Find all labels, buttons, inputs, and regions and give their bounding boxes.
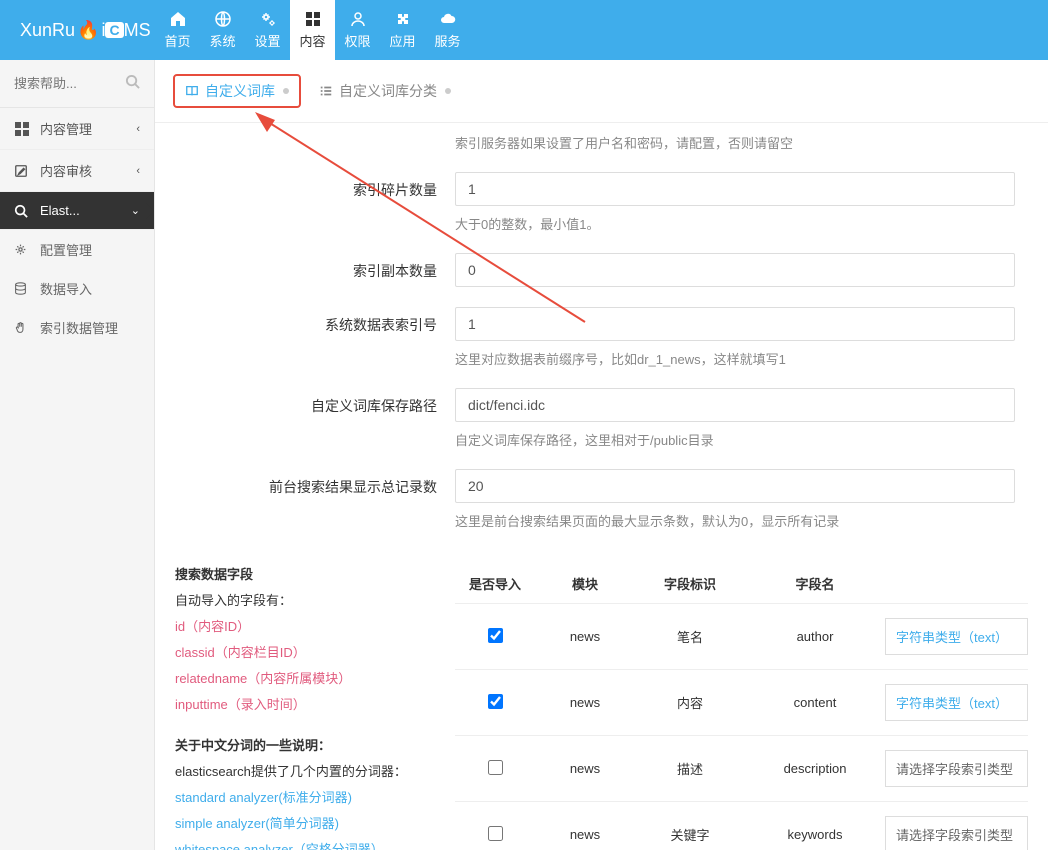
help-shards: 大于0的整数，最小值1。: [455, 214, 1048, 233]
chevron-icon: ‹: [136, 165, 140, 177]
tab-icon: [185, 84, 199, 98]
sidebar-search: [0, 60, 154, 108]
sidemenu-item[interactable]: 内容管理‹: [0, 108, 154, 150]
topnav: 首页系统设置内容权限应用服务: [155, 0, 470, 60]
globe-icon: [215, 11, 231, 27]
sidebar: 内容管理‹内容审核‹Elast...⌄ 配置管理数据导入索引数据管理: [0, 60, 155, 850]
dot-icon: [445, 88, 451, 94]
help-dictpath: 自定义词库保存路径，这里相对于/public目录: [455, 430, 1048, 449]
type-select[interactable]: 字符串类型（text）: [885, 618, 1028, 655]
table-row: news内容content字符串类型（text）: [455, 669, 1028, 735]
help-pagesize: 这里是前台搜索结果页面的最大显示条数，默认为0，显示所有记录: [455, 511, 1048, 530]
type-select[interactable]: 请选择字段索引类型: [885, 750, 1028, 787]
table-row: news笔名author字符串类型（text）: [455, 603, 1028, 669]
import-checkbox[interactable]: [488, 826, 503, 841]
hint-top: 索引服务器如果设置了用户名和密码，请配置，否则请留空: [455, 133, 1048, 152]
label-tableindex: 系统数据表索引号: [155, 307, 455, 382]
search-icon: [14, 204, 32, 218]
tab-icon: [319, 84, 333, 98]
search-input[interactable]: [10, 70, 144, 97]
grid-icon: [14, 121, 32, 137]
cell-label: 关键字: [635, 825, 745, 844]
import-checkbox[interactable]: [488, 628, 503, 643]
sidemenu-item[interactable]: Elast...⌄: [0, 192, 154, 230]
topnav-globe[interactable]: 系统: [200, 0, 245, 60]
input-dictpath[interactable]: [455, 388, 1015, 422]
topnav-puzzle[interactable]: 应用: [380, 0, 425, 60]
left-info: 搜索数据字段 自动导入的字段有： id（内容ID）classid（内容栏目ID）…: [175, 564, 455, 850]
field-table: 是否导入 模块 字段标识 字段名 news笔名author字符串类型（text）…: [455, 564, 1028, 850]
sidesub-item[interactable]: 数据导入: [0, 269, 154, 308]
sidesub-item[interactable]: 配置管理: [0, 230, 154, 269]
tab-0[interactable]: 自定义词库: [173, 74, 301, 108]
gears-icon: [260, 11, 276, 27]
cell-field: content: [745, 695, 885, 710]
edit-icon: [14, 164, 32, 178]
topnav-grid[interactable]: 内容: [290, 0, 335, 60]
cell-label: 笔名: [635, 627, 745, 646]
topbar: XunRu🔥iCMS 首页系统设置内容权限应用服务: [0, 0, 1048, 60]
help-tableindex: 这里对应数据表前缀序号，比如dr_1_news，这样就填写1: [455, 349, 1048, 368]
topnav-cloud[interactable]: 服务: [425, 0, 470, 60]
dot-icon: [283, 88, 289, 94]
th-mod: 模块: [535, 574, 635, 593]
label-dictpath: 自定义词库保存路径: [155, 388, 455, 463]
cell-label: 内容: [635, 693, 745, 712]
topnav-home[interactable]: 首页: [155, 0, 200, 60]
label-replicas: 索引副本数量: [155, 253, 455, 289]
main: 自定义词库自定义词库分类 索引服务器如果设置了用户名和密码，请配置，否则请留空 …: [155, 60, 1048, 850]
table-row: news描述description请选择字段索引类型: [455, 735, 1028, 801]
grid-icon: [305, 11, 321, 27]
analyzer-link[interactable]: simple analyzer(简单分词器): [175, 813, 435, 835]
cell-field: keywords: [745, 827, 885, 842]
auto-field: inputtime（录入时间）: [175, 694, 435, 716]
home-icon: [170, 11, 186, 27]
cell-mod: news: [535, 761, 635, 776]
tab-1[interactable]: 自定义词库分类: [309, 76, 461, 106]
auto-field: classid（内容栏目ID）: [175, 642, 435, 664]
cell-mod: news: [535, 695, 635, 710]
input-tableindex[interactable]: [455, 307, 1015, 341]
sidemenu-item[interactable]: 内容审核‹: [0, 150, 154, 192]
analyzer-link[interactable]: whitespace analyzer（空格分词器）: [175, 839, 435, 850]
tabs: 自定义词库自定义词库分类: [155, 60, 1048, 123]
label-pagesize: 前台搜索结果显示总记录数: [155, 469, 455, 544]
type-select[interactable]: 字符串类型（text）: [885, 684, 1028, 721]
label-shards: 索引碎片数量: [155, 172, 455, 247]
analyzer-link[interactable]: standard analyzer(标准分词器): [175, 787, 435, 809]
import-checkbox[interactable]: [488, 760, 503, 775]
th-check: 是否导入: [455, 574, 535, 593]
cell-mod: news: [535, 827, 635, 842]
th-field: 字段名: [745, 574, 885, 593]
auto-field: relatedname（内容所属模块）: [175, 668, 435, 690]
import-checkbox[interactable]: [488, 694, 503, 709]
input-pagesize[interactable]: [455, 469, 1015, 503]
sidesub-item[interactable]: 索引数据管理: [0, 308, 154, 347]
cloud-icon: [440, 11, 456, 27]
auto-field: id（内容ID）: [175, 616, 435, 638]
side-menu: 内容管理‹内容审核‹Elast...⌄: [0, 108, 154, 230]
cell-mod: news: [535, 629, 635, 644]
logo[interactable]: XunRu🔥iCMS: [0, 20, 155, 41]
chevron-icon: ⌄: [131, 204, 140, 217]
type-select[interactable]: 请选择字段索引类型: [885, 816, 1028, 850]
topnav-user[interactable]: 权限: [335, 0, 380, 60]
table-row: news关键字keywords请选择字段索引类型: [455, 801, 1028, 850]
hand-icon: [14, 321, 32, 334]
gear-icon: [14, 243, 32, 256]
cell-label: 描述: [635, 759, 745, 778]
chevron-icon: ‹: [136, 123, 140, 135]
input-replicas[interactable]: [455, 253, 1015, 287]
puzzle-icon: [395, 11, 411, 27]
cell-field: author: [745, 629, 885, 644]
cell-field: description: [745, 761, 885, 776]
search-icon[interactable]: [125, 74, 140, 89]
db-icon: [14, 282, 32, 295]
input-shards[interactable]: [455, 172, 1015, 206]
th-label: 字段标识: [635, 574, 745, 593]
topnav-gears[interactable]: 设置: [245, 0, 290, 60]
user-icon: [350, 11, 366, 27]
